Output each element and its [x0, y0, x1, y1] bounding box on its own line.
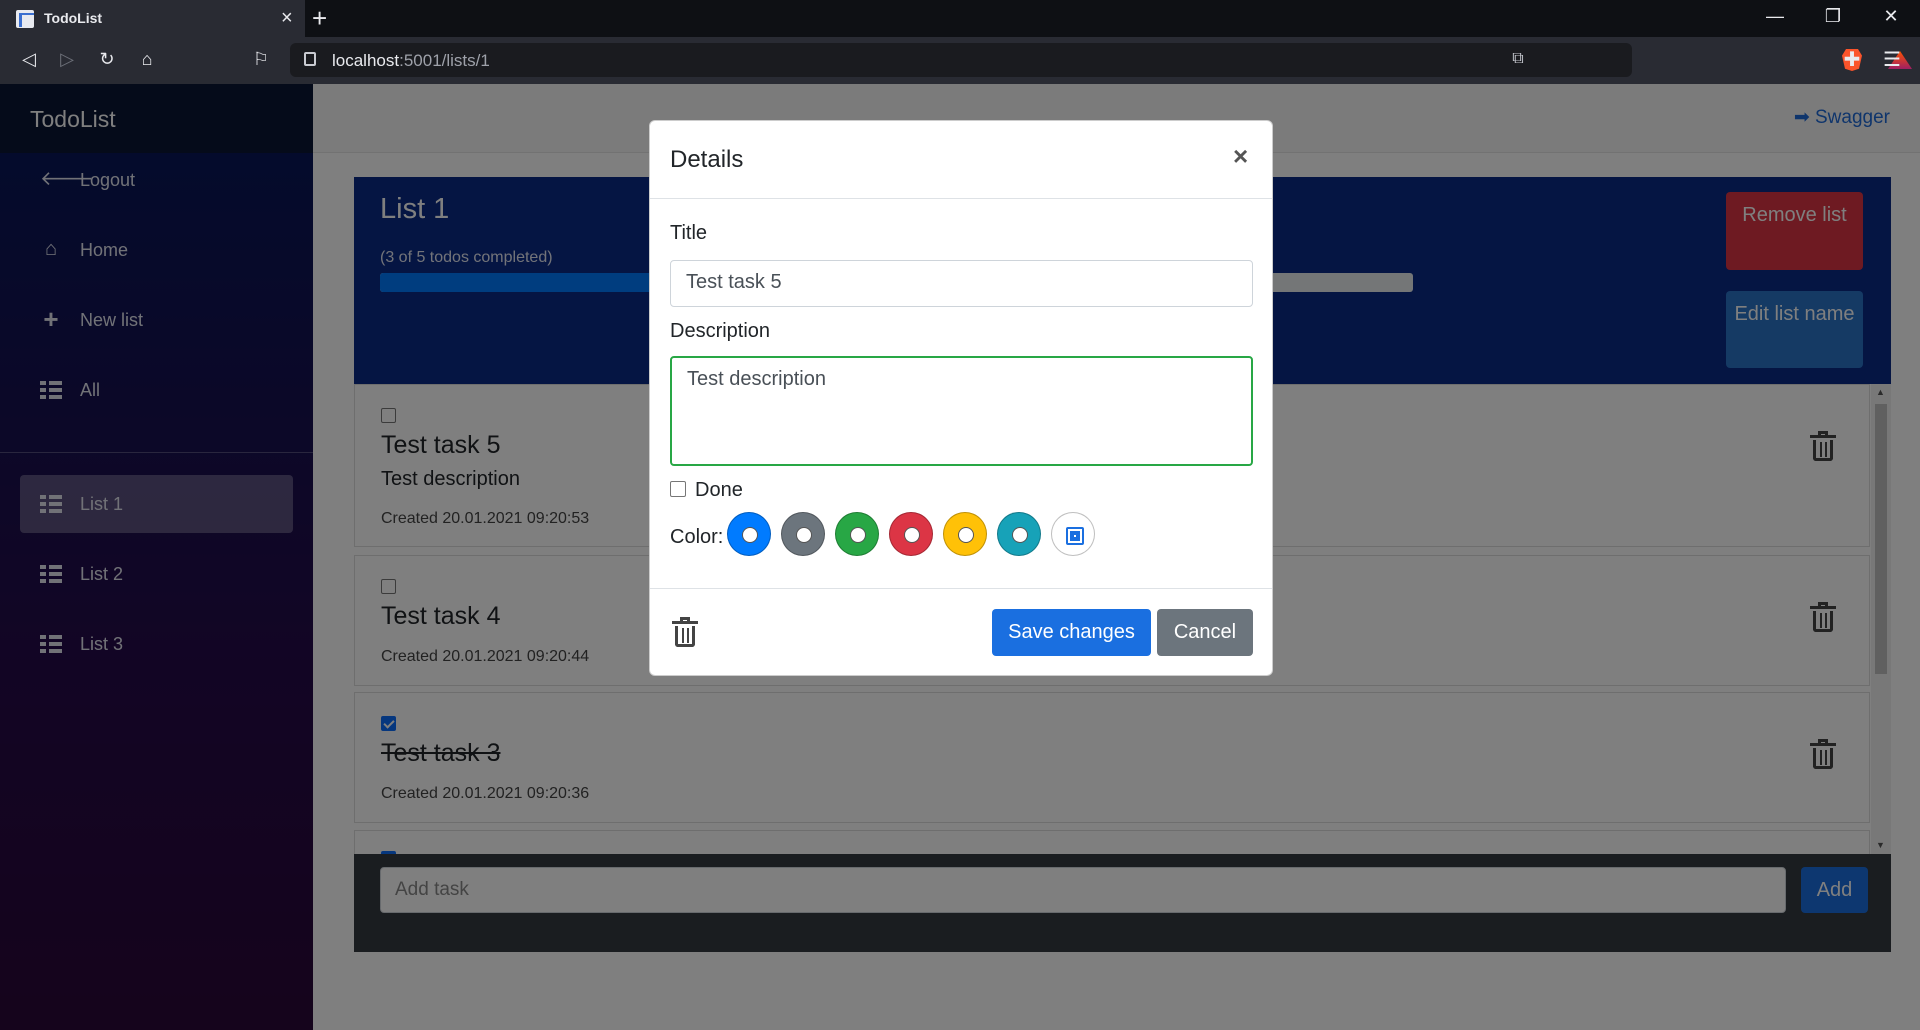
delete-todo-icon[interactable] — [672, 617, 698, 647]
maximize-button[interactable]: ❐ — [1818, 6, 1848, 27]
favicon-icon — [16, 10, 34, 28]
color-option-yellow[interactable] — [943, 512, 987, 556]
color-option-green[interactable] — [835, 512, 879, 556]
color-option-red[interactable] — [889, 512, 933, 556]
extensions-icon[interactable]: ✚ — [1838, 47, 1866, 72]
tab-title: TodoList — [44, 10, 103, 26]
browser-chrome: TodoList × + — ❐ ✕ ◁ ▷ ↻ ⌂ ⚐ localhost:5… — [0, 0, 1920, 84]
title-input[interactable]: Test task 5 — [670, 260, 1253, 307]
color-option-teal[interactable] — [997, 512, 1041, 556]
bookmark-icon[interactable]: ⚐ — [246, 48, 276, 70]
forward-icon[interactable]: ▷ — [52, 48, 82, 70]
color-option-white[interactable] — [1051, 512, 1095, 556]
description-label: Description — [670, 320, 771, 342]
title-label: Title — [670, 222, 708, 244]
done-label: Done — [695, 479, 743, 501]
close-icon[interactable]: × — [1233, 141, 1248, 172]
back-icon[interactable]: ◁ — [14, 48, 44, 70]
done-checkbox[interactable] — [670, 481, 686, 497]
details-modal: Details × Title Test task 5 Description … — [649, 120, 1273, 676]
tab-close-icon[interactable]: × — [281, 6, 293, 30]
save-changes-button[interactable]: Save changes — [992, 609, 1151, 656]
home-browser-icon[interactable]: ⌂ — [132, 48, 162, 70]
window-close-button[interactable]: ✕ — [1876, 6, 1906, 27]
new-tab-button[interactable]: + — [312, 4, 327, 32]
color-option-gray[interactable] — [781, 512, 825, 556]
cancel-button[interactable]: Cancel — [1157, 609, 1253, 656]
description-textarea[interactable]: Test description — [670, 356, 1253, 466]
color-label: Color: — [670, 526, 724, 548]
color-option-blue[interactable] — [727, 512, 771, 556]
tab-strip: TodoList × + — ❐ ✕ — [0, 0, 1920, 37]
url-text[interactable]: localhost:5001/lists/1 — [332, 51, 490, 71]
minimize-button[interactable]: — — [1760, 6, 1790, 27]
reload-icon[interactable]: ↻ — [92, 48, 122, 70]
modal-footer-divider — [650, 588, 1272, 589]
address-bar[interactable]: localhost:5001/lists/1 ⧉ — [290, 43, 1912, 77]
browser-tab[interactable]: TodoList × — [0, 0, 305, 37]
modal-header: Details × — [650, 121, 1272, 199]
modal-title: Details — [670, 146, 744, 173]
share-icon[interactable]: ⧉ — [1506, 50, 1530, 68]
menu-icon[interactable]: ☰ — [1878, 47, 1906, 72]
lock-icon — [304, 52, 316, 66]
